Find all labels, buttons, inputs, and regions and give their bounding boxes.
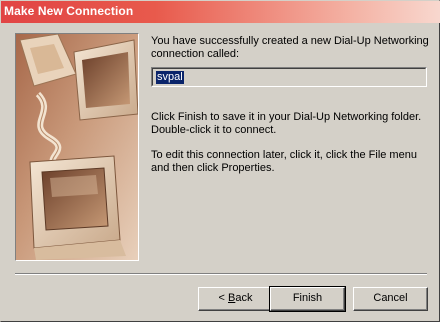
cancel-button[interactable]: Cancel	[353, 287, 428, 311]
connection-name-value[interactable]: svpal	[156, 71, 184, 84]
edit-instructions: To edit this connection later, click it,…	[151, 149, 417, 174]
intro-text: You have successfully created a new Dial…	[151, 35, 429, 60]
back-label-rest: ack	[235, 292, 253, 304]
connection-name-field[interactable]: svpal	[151, 67, 427, 87]
computer-monitors-illustration	[15, 33, 139, 261]
window-title: Make New Connection	[4, 4, 134, 18]
make-new-connection-dialog: Make New Connection You have successfull…	[0, 0, 440, 322]
button-separator	[15, 273, 427, 275]
finish-button[interactable]: Finish	[269, 286, 346, 312]
back-prefix: <	[218, 292, 228, 304]
back-button[interactable]: < Back	[198, 287, 273, 311]
title-bar[interactable]: Make New Connection	[1, 1, 440, 23]
finish-instructions: Click Finish to save it in your Dial-Up …	[151, 111, 422, 136]
connection-name-field-inner: svpal	[152, 68, 426, 86]
